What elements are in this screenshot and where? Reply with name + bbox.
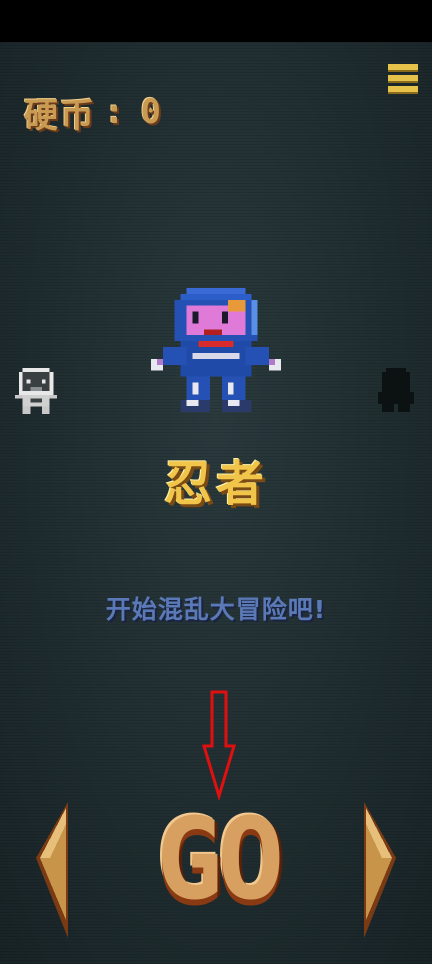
coin-counter: 硬币 : 0 — [24, 90, 163, 136]
previous-character-robot[interactable] — [14, 368, 58, 414]
coin-separator: : — [104, 92, 127, 132]
game-screen: 硬币 : 0 忍者 开始混乱大冒险吧! GO — [0, 42, 432, 964]
red-down-arrow-annotation — [202, 690, 236, 800]
go-button[interactable]: GO — [148, 802, 286, 918]
tagline-text: 开始混乱大冒险吧! — [105, 595, 327, 624]
character-name: 忍者 — [163, 456, 268, 512]
ninja-character-sprite — [150, 288, 282, 412]
status-bar — [0, 0, 432, 42]
triangle-left-icon[interactable] — [36, 802, 70, 938]
coin-value: 0 — [140, 92, 163, 132]
next-character-silhouette[interactable] — [378, 368, 414, 412]
triangle-right-icon[interactable] — [362, 802, 396, 938]
coin-label: 硬币 — [24, 95, 96, 136]
hamburger-menu-icon[interactable] — [388, 64, 418, 98]
